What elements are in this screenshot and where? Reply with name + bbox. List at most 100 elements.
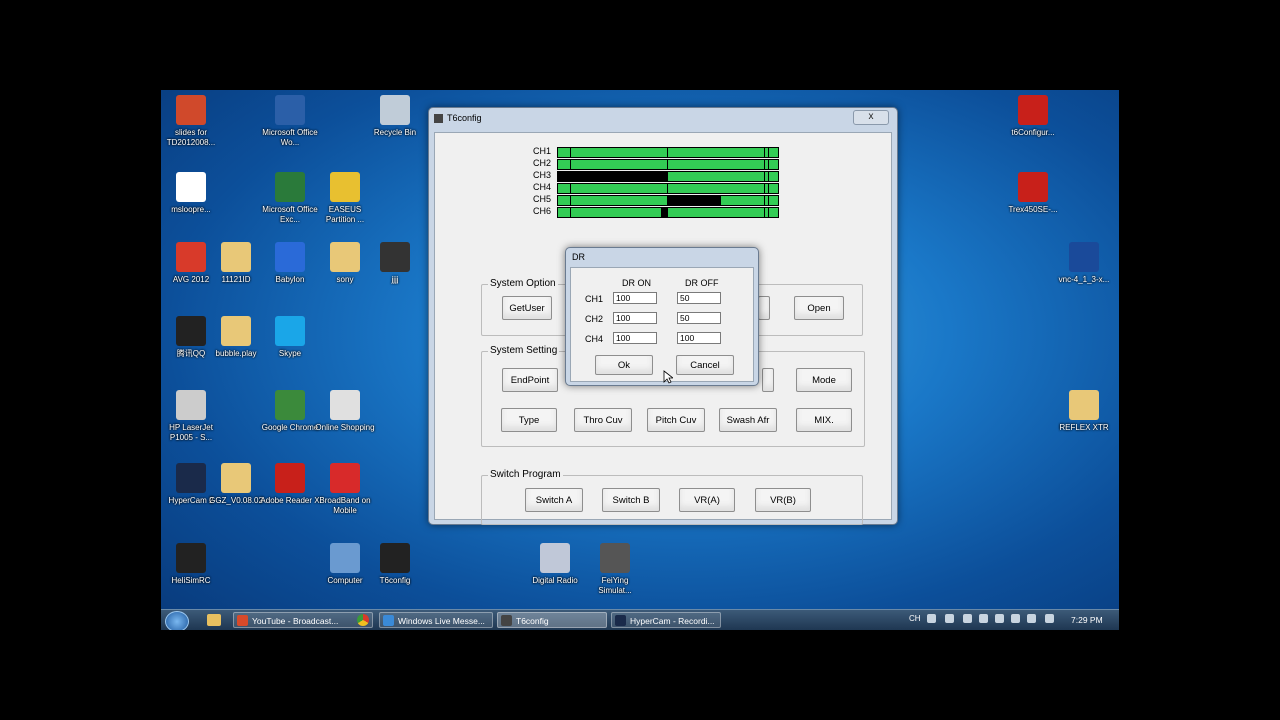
folder-icon	[221, 316, 251, 346]
ok-button[interactable]: Ok	[595, 355, 653, 375]
vr-a-button[interactable]: VR(A)	[679, 488, 735, 512]
open-button[interactable]: Open	[794, 296, 844, 320]
desktop: slides for TD2012008... Microsoft Office …	[161, 90, 1119, 630]
desktop-icon[interactable]: Adobe Reader X	[260, 463, 320, 506]
swash-afr-button[interactable]: Swash Afr	[719, 408, 777, 432]
cancel-button[interactable]: Cancel	[676, 355, 734, 375]
mouse-cursor-icon	[663, 370, 673, 384]
desktop-icon-label: slides for TD2012008...	[166, 128, 216, 147]
recycle-bin-icon	[380, 95, 410, 125]
endpoint-button[interactable]: EndPoint	[502, 368, 558, 392]
tray-icon[interactable]	[1011, 614, 1020, 623]
switch-program-group: Switch Program Switch A Switch B VR(A) V…	[481, 469, 863, 525]
window-titlebar[interactable]: T6config x	[429, 108, 897, 130]
mix-button[interactable]: MIX.	[796, 408, 852, 432]
tray-icon[interactable]	[979, 614, 988, 623]
app-icon	[434, 114, 443, 123]
desktop-icon-label: Google Chrome	[261, 423, 319, 432]
volume-icon[interactable]	[1045, 614, 1054, 623]
dr-row-label: CH4	[585, 334, 604, 344]
mode-button[interactable]: Mode	[796, 368, 852, 392]
desktop-icon[interactable]: Online Shopping	[315, 390, 375, 433]
ch2-dr-on-field[interactable]	[613, 312, 657, 324]
taskbar-item-hypercam[interactable]: HyperCam - Recordi...	[611, 612, 721, 628]
desktop-icon[interactable]: Microsoft Office Wo...	[260, 95, 320, 148]
clock[interactable]: 7:29 PM	[1071, 615, 1103, 625]
desktop-icon[interactable]: vnc-4_1_3-x...	[1054, 242, 1114, 285]
dr-row-label: CH1	[585, 294, 604, 304]
switch-program-label: Switch Program	[488, 469, 563, 480]
start-button[interactable]	[165, 611, 189, 630]
system-option-label: System Option	[488, 278, 558, 289]
desktop-icon[interactable]: Babylon	[260, 242, 320, 285]
channel-level	[668, 196, 721, 205]
ch1-dr-on-field[interactable]	[613, 292, 657, 304]
desktop-icon[interactable]: Google Chrome	[260, 390, 320, 433]
desktop-icon[interactable]: bubble.play	[206, 316, 266, 359]
powerpoint-file-icon	[176, 95, 206, 125]
printer-icon	[176, 390, 206, 420]
folder-icon	[221, 463, 251, 493]
channel-label: CH1	[532, 146, 551, 156]
language-indicator[interactable]: CH	[909, 614, 921, 623]
explorer-taskbar-icon[interactable]	[207, 614, 221, 626]
taskbar-item-youtube[interactable]: YouTube - Broadcast...	[233, 612, 373, 628]
tray-icon[interactable]	[945, 614, 954, 623]
shopping-icon	[330, 390, 360, 420]
desktop-icon[interactable]: 11121ID	[206, 242, 266, 285]
desktop-icon[interactable]: HP LaserJet P1005 - S...	[161, 390, 221, 443]
desktop-icon[interactable]: jjjj	[365, 242, 425, 285]
desktop-icon[interactable]: t6Configur...	[1003, 95, 1063, 138]
pdf-icon	[1018, 95, 1048, 125]
hidden-button[interactable]	[758, 296, 770, 320]
desktop-icon-label: Recycle Bin	[373, 128, 417, 137]
channel-bar	[557, 207, 779, 218]
ch1-dr-off-field[interactable]	[677, 292, 721, 304]
skype-icon	[275, 316, 305, 346]
desktop-icon[interactable]: Recycle Bin	[365, 95, 425, 138]
qq-icon	[176, 316, 206, 346]
desktop-icon[interactable]: msloopre...	[161, 172, 221, 215]
type-button[interactable]: Type	[501, 408, 557, 432]
desktop-icon[interactable]: EASEUS Partition ...	[315, 172, 375, 225]
switch-b-button[interactable]: Switch B	[602, 488, 660, 512]
taskbar-item-messenger[interactable]: Windows Live Messe...	[379, 612, 493, 628]
switch-a-button[interactable]: Switch A	[525, 488, 583, 512]
desktop-icon[interactable]: slides for TD2012008...	[161, 95, 221, 148]
taskbar-item-label: HyperCam - Recordi...	[630, 616, 715, 626]
taskbar-item-label: T6config	[516, 616, 549, 626]
chrome-taskbar-icon[interactable]	[357, 614, 369, 626]
tray-icon[interactable]	[995, 614, 1004, 623]
folder-icon	[330, 242, 360, 272]
desktop-icon-label: FeiYing Simulat...	[598, 576, 632, 595]
t6config-icon	[501, 615, 512, 626]
getuser-button[interactable]: GetUser	[502, 296, 552, 320]
hidden-setting-button[interactable]	[762, 368, 774, 392]
desktop-icon[interactable]: REFLEX XTR	[1054, 390, 1114, 433]
desktop-icon[interactable]: FeiYing Simulat...	[585, 543, 645, 596]
ch4-dr-off-field[interactable]	[677, 332, 721, 344]
desktop-icon[interactable]: Microsoft Office Exc...	[260, 172, 320, 225]
desktop-icon-label: REFLEX XTR	[1059, 423, 1109, 432]
thro-cuv-button[interactable]: Thro Cuv	[574, 408, 632, 432]
ch2-dr-off-field[interactable]	[677, 312, 721, 324]
tray-icon[interactable]	[927, 614, 936, 623]
desktop-icon[interactable]: Digital Radio	[525, 543, 585, 586]
document-icon	[176, 172, 206, 202]
channel-bar	[557, 159, 779, 170]
desktop-icon[interactable]: BroadBand on Mobile	[315, 463, 375, 516]
desktop-icon[interactable]: T6config	[365, 543, 425, 586]
desktop-icon[interactable]: GGZ_V0.08.02	[206, 463, 266, 506]
tray-icon[interactable]	[1027, 614, 1036, 623]
dr-dialog: DR DR ON DR OFF CH1 CH2 CH4 Ok Cancel	[565, 247, 759, 386]
taskbar-item-t6config[interactable]: T6config	[497, 612, 607, 628]
desktop-icon-label: bubble.play	[215, 349, 257, 358]
ch4-dr-on-field[interactable]	[613, 332, 657, 344]
tray-icon[interactable]	[963, 614, 972, 623]
close-button[interactable]: x	[853, 110, 889, 125]
desktop-icon[interactable]: Skype	[260, 316, 320, 359]
desktop-icon[interactable]: HeliSimRC	[161, 543, 221, 586]
pitch-cuv-button[interactable]: Pitch Cuv	[647, 408, 705, 432]
vr-b-button[interactable]: VR(B)	[755, 488, 811, 512]
desktop-icon[interactable]: Trex450SE-...	[1003, 172, 1063, 215]
